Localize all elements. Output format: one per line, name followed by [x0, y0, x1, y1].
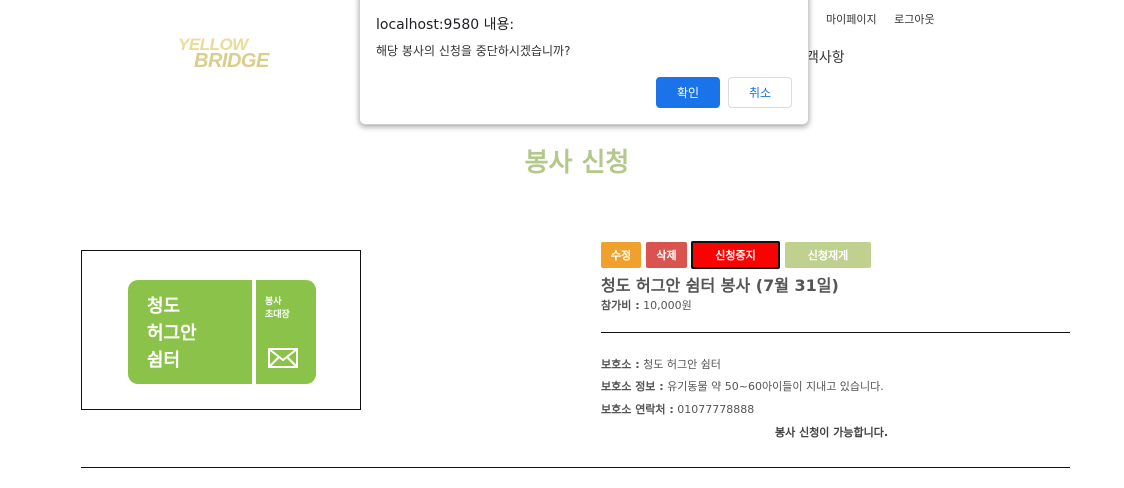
- confirm-cancel-button[interactable]: 취소: [728, 77, 792, 108]
- dialog-origin: localhost:9580 내용:: [376, 17, 515, 33]
- ticket-shelter-name: 청도 허그안 쉼터: [147, 293, 247, 374]
- ticket-stub-text: 봉사 초대장: [265, 296, 290, 322]
- volunteer-title: 청도 허그안 쉼터 봉사 (7월 31일): [601, 276, 839, 295]
- ticket-name-line: 허그안: [147, 323, 197, 344]
- volunteer-poster-image: 청도 허그안 쉼터 봉사 초대장: [81, 250, 361, 410]
- fee-value: 10,000원: [643, 299, 692, 312]
- shelter-info-label: 보호소 정보 :: [601, 380, 664, 393]
- top-nav: 마이페이지 로그아웃: [826, 11, 949, 27]
- main-nav-item-notice[interactable]: 객사항: [806, 47, 845, 67]
- resume-application-button[interactable]: 신청재게: [785, 242, 871, 268]
- shelter-value: 청도 허그안 쉼터: [643, 358, 721, 371]
- fee-row: 참가비 : 10,000원: [601, 297, 692, 313]
- mypage-link[interactable]: 마이페이지: [826, 13, 877, 26]
- shelter-info-row: 보호소 정보 : 유기동물 약 50~60아이들이 지내고 있습니다.: [601, 378, 884, 394]
- shelter-contact-value: 01077778888: [677, 403, 755, 416]
- divider: [601, 332, 1070, 333]
- confirm-ok-button[interactable]: 확인: [656, 77, 720, 108]
- shelter-contact-row: 보호소 연락처 : 01077778888: [601, 401, 754, 417]
- shelter-row: 보호소 : 청도 허그안 쉼터: [601, 356, 721, 372]
- stop-application-button[interactable]: 신청중지: [691, 241, 780, 269]
- fee-label: 참가비 :: [601, 299, 640, 312]
- page-title: 봉사 신청: [524, 148, 630, 178]
- shelter-info-value: 유기동물 약 50~60아이들이 지내고 있습니다.: [667, 380, 884, 393]
- dialog-message: 해당 봉사의 신청을 중단하시겠습니까?: [376, 44, 571, 58]
- ticket-name-line: 쉼터: [147, 350, 181, 371]
- ticket-stub-line: 초대장: [265, 310, 290, 320]
- ticket-perforation: [252, 284, 254, 380]
- confirm-dialog: localhost:9580 내용: 해당 봉사의 신청을 중단하시겠습니까? …: [359, 0, 809, 125]
- ticket-stub-line: 봉사: [265, 297, 282, 307]
- envelope-icon: [268, 348, 298, 368]
- logo[interactable]: YELLOW BRIDGE: [178, 36, 288, 76]
- bottom-divider: [81, 467, 1070, 468]
- ticket-name-line: 청도: [147, 296, 181, 317]
- application-status: 봉사 신청이 가능합니다.: [775, 426, 889, 439]
- logout-link[interactable]: 로그아웃: [894, 13, 934, 26]
- shelter-label: 보호소 :: [601, 358, 640, 371]
- shelter-contact-label: 보호소 연락처 :: [601, 403, 674, 416]
- edit-button[interactable]: 수정: [601, 242, 641, 268]
- logo-line-2: BRIDGE: [194, 50, 269, 72]
- delete-button[interactable]: 삭제: [646, 242, 687, 268]
